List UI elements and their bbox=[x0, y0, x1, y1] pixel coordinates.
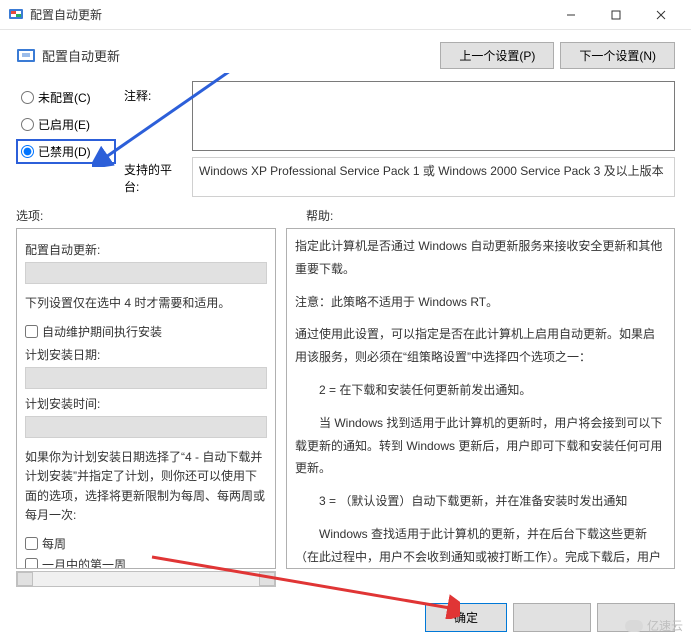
help-p4: 2 = 在下载和安装任何更新前发出通知。 bbox=[295, 379, 666, 402]
install-date-select[interactable] bbox=[25, 367, 267, 389]
cb-maintenance-input[interactable] bbox=[25, 325, 38, 338]
cb-first-week-input[interactable] bbox=[25, 558, 38, 569]
next-setting-button[interactable]: 下一个设置(N) bbox=[560, 42, 675, 69]
help-label: 帮助: bbox=[306, 207, 333, 224]
platform-text: Windows XP Professional Service Pack 1 或… bbox=[192, 157, 675, 197]
radio-not-configured[interactable]: 未配置(C) bbox=[16, 85, 116, 110]
policy-icon bbox=[16, 46, 36, 66]
cb-maintenance-label: 自动维护期间执行安装 bbox=[42, 323, 162, 340]
options-hscrollbar[interactable] bbox=[16, 571, 276, 587]
help-p7: Windows 查找适用于此计算机的更新，并在后台下载这些更新（在此过程中，用户… bbox=[295, 523, 666, 569]
radio-not-configured-label: 未配置(C) bbox=[38, 89, 91, 106]
page-title: 配置自动更新 bbox=[42, 46, 120, 65]
cb-weekly[interactable]: 每周 bbox=[25, 535, 267, 552]
radio-not-configured-input[interactable] bbox=[21, 91, 34, 104]
options-note-2: 如果你为计划安装日期选择了“4 - 自动下载并计划安装”并指定了计划，则你还可以… bbox=[25, 448, 267, 525]
radio-enabled[interactable]: 已启用(E) bbox=[16, 112, 116, 137]
install-time-select[interactable] bbox=[25, 416, 267, 438]
app-icon bbox=[8, 7, 24, 23]
blank-button-1[interactable] bbox=[513, 603, 591, 632]
help-p6: 3 = （默认设置）自动下载更新，并在准备安装时发出通知 bbox=[295, 490, 666, 513]
help-p5: 当 Windows 找到适用于此计算机的更新时，用户将会接到可以下载更新的通知。… bbox=[295, 412, 666, 480]
radio-enabled-label: 已启用(E) bbox=[38, 116, 90, 133]
blank-button-2[interactable] bbox=[597, 603, 675, 632]
install-date-label: 计划安装日期: bbox=[25, 346, 267, 363]
configure-update-label: 配置自动更新: bbox=[25, 241, 267, 258]
help-p2: 注意：此策略不适用于 Windows RT。 bbox=[295, 291, 666, 314]
platform-label: 支持的平台: bbox=[124, 157, 184, 197]
close-button[interactable] bbox=[638, 0, 683, 30]
options-label: 选项: bbox=[16, 207, 306, 224]
help-p3: 通过使用此设置，可以指定是否在此计算机上启用自动更新。如果启用该服务，则必须在“… bbox=[295, 323, 666, 369]
comment-input[interactable] bbox=[192, 81, 675, 151]
install-time-label: 计划安装时间: bbox=[25, 395, 267, 412]
help-panel: 指定此计算机是否通过 Windows 自动更新服务来接收安全更新和其他重要下载。… bbox=[286, 228, 675, 569]
cb-maintenance[interactable]: 自动维护期间执行安装 bbox=[25, 323, 267, 340]
cb-first-week[interactable]: 一月中的第一周 bbox=[25, 556, 267, 569]
radio-disabled[interactable]: 已禁用(D) bbox=[16, 139, 116, 164]
options-panel: 配置自动更新: 下列设置仅在选中 4 时才需要和适用。 自动维护期间执行安装 计… bbox=[16, 228, 276, 569]
ok-button[interactable]: 确定 bbox=[425, 603, 507, 632]
help-p1: 指定此计算机是否通过 Windows 自动更新服务来接收安全更新和其他重要下载。 bbox=[295, 235, 666, 281]
cb-first-week-label: 一月中的第一周 bbox=[42, 556, 126, 569]
radio-disabled-input[interactable] bbox=[21, 145, 34, 158]
configure-update-select[interactable] bbox=[25, 262, 267, 284]
radio-enabled-input[interactable] bbox=[21, 118, 34, 131]
cb-weekly-input[interactable] bbox=[25, 537, 38, 550]
window-title: 配置自动更新 bbox=[30, 6, 102, 23]
radio-disabled-label: 已禁用(D) bbox=[38, 143, 91, 160]
options-note-1: 下列设置仅在选中 4 时才需要和适用。 bbox=[25, 294, 267, 313]
minimize-button[interactable] bbox=[548, 0, 593, 30]
comment-label: 注释: bbox=[124, 81, 184, 151]
previous-setting-button[interactable]: 上一个设置(P) bbox=[440, 42, 554, 69]
maximize-button[interactable] bbox=[593, 0, 638, 30]
cb-weekly-label: 每周 bbox=[42, 535, 66, 552]
